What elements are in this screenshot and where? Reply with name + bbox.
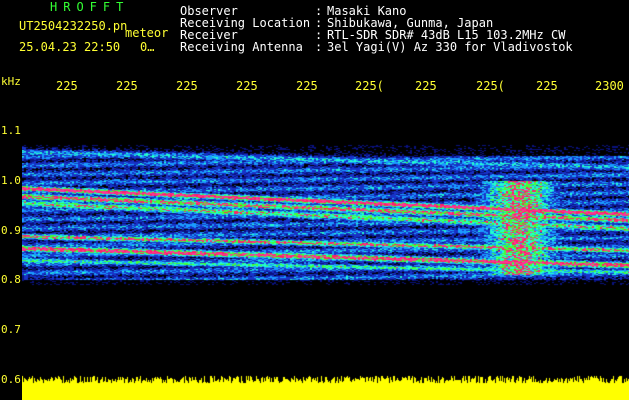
file-name: UT2504232250.pn xyxy=(19,19,128,33)
antenna-value: 3el Yagi(V) Az 330 for Vladivostok xyxy=(327,40,573,54)
date-time: 25.04.23 22:50 xyxy=(19,40,121,54)
x-tick-label: 225 xyxy=(296,79,318,93)
spectrogram-plot xyxy=(22,100,629,400)
x-tick-label: 225 xyxy=(236,79,258,93)
app-title: HROFFT xyxy=(50,0,130,14)
y-tick-label: 0.9 xyxy=(1,224,21,237)
x-tick-label: 225 xyxy=(415,79,437,93)
x-tick-label: 225( xyxy=(476,79,505,93)
colon: : xyxy=(315,40,323,54)
y-tick-label: 0.7 xyxy=(1,323,21,336)
x-tick-label: 2300 xyxy=(595,79,624,93)
hrofft-window: HROFFT UT2504232250.pn meteor 25.04.23 2… xyxy=(0,0,629,400)
y-tick-label: 1.1 xyxy=(1,124,21,137)
y-tick-label: 1.0 xyxy=(1,174,21,187)
x-tick-label: 225 xyxy=(536,79,558,93)
antenna-label: Receiving Antenna xyxy=(180,40,303,54)
y-tick-label: 0.6 xyxy=(1,373,21,386)
meteor-count: 0… xyxy=(140,40,155,54)
y-tick-label: 0.8 xyxy=(1,273,21,286)
x-tick-label: 225 xyxy=(176,79,198,93)
x-tick-label: 225( xyxy=(355,79,384,93)
y-axis-unit: kHz xyxy=(1,75,21,88)
meteor-label: meteor xyxy=(125,26,169,40)
x-tick-label: 225 xyxy=(56,79,78,93)
x-tick-label: 225 xyxy=(116,79,138,93)
